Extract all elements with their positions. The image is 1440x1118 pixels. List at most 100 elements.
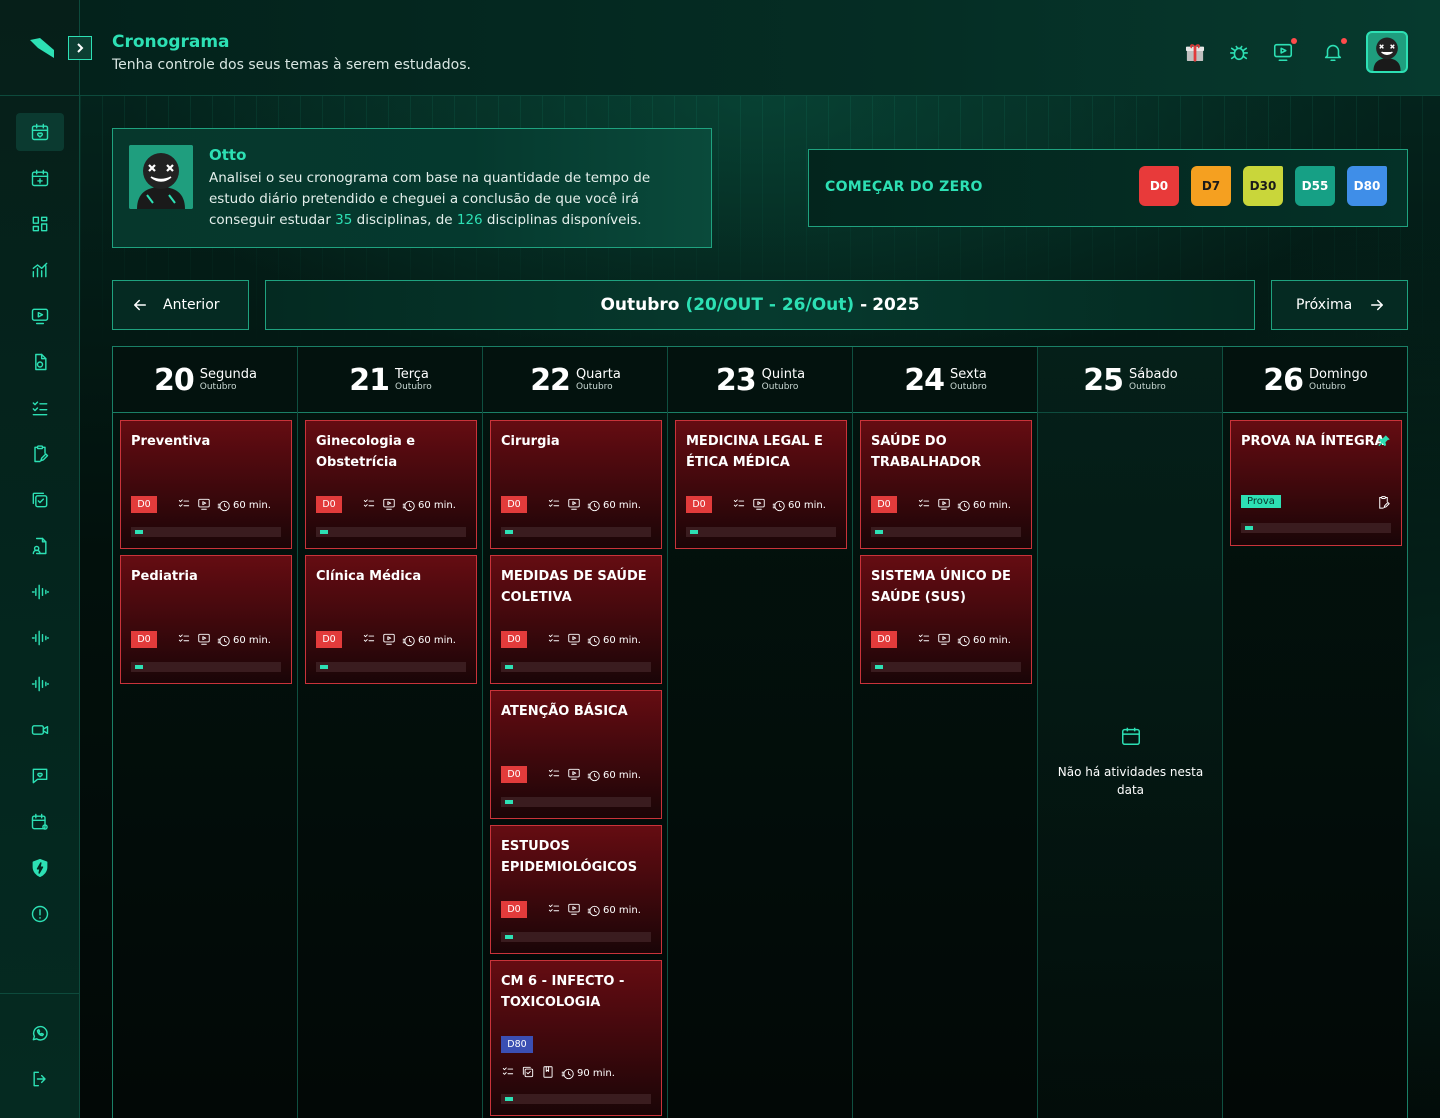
checklist-icon xyxy=(548,634,560,642)
alert-circle-icon xyxy=(31,905,49,923)
sidebar-item-dashboard[interactable] xyxy=(16,205,64,243)
questions-button[interactable] xyxy=(362,497,376,514)
questions-button[interactable] xyxy=(547,632,561,649)
task-card-clinica-medica[interactable]: Clínica Médica D0 60 min. xyxy=(305,555,477,684)
duration-text: 60 min. xyxy=(603,770,641,781)
duration-text: 60 min. xyxy=(603,500,641,511)
sidebar-item-videos[interactable] xyxy=(16,297,64,335)
sidebar-item-whatsapp[interactable] xyxy=(16,1014,64,1052)
sidebar-item-calendar-add[interactable] xyxy=(16,159,64,197)
sidebar-item-stats[interactable] xyxy=(16,251,64,289)
user-avatar[interactable] xyxy=(1366,31,1408,73)
video-camera-icon xyxy=(31,725,49,735)
task-card-pediatria[interactable]: Pediatria D0 60 min. xyxy=(120,555,292,684)
sidebar-item-documents[interactable] xyxy=(16,527,64,565)
next-week-button[interactable]: Próxima xyxy=(1271,280,1408,330)
video-button[interactable] xyxy=(937,632,951,649)
monitor-play-icon xyxy=(198,633,210,645)
sidebar-item-audio-1[interactable] xyxy=(16,573,64,611)
task-meta: 60 min. xyxy=(177,632,271,649)
video-button[interactable] xyxy=(382,497,396,514)
task-progress-bar xyxy=(316,527,466,537)
task-card-sus[interactable]: SISTEMA ÚNICO DE SAÚDE (SUS) D0 60 min. xyxy=(860,555,1032,684)
day-label: Quarta Outubro xyxy=(576,367,621,393)
tag-d30[interactable]: D30 xyxy=(1243,166,1283,206)
sidebar-item-checklist[interactable] xyxy=(16,389,64,427)
robot-avatar-icon xyxy=(129,145,193,209)
task-card-atencao-basica[interactable]: ATENÇÃO BÁSICA D0 60 min. xyxy=(490,690,662,819)
sidebar-item-cronograma[interactable] xyxy=(16,113,64,151)
sidebar-item-audio-3[interactable] xyxy=(16,665,64,703)
sidebar-item-audio-2[interactable] xyxy=(16,619,64,657)
checklist-icon xyxy=(918,634,930,642)
sidebar-expand-button[interactable] xyxy=(68,36,92,60)
clock-icon xyxy=(402,635,415,646)
video-button[interactable] xyxy=(567,902,581,919)
tag-d55[interactable]: D55 xyxy=(1295,166,1335,206)
arrow-left-icon xyxy=(134,299,146,311)
sidebar-item-messages[interactable] xyxy=(16,757,64,795)
notifications-button[interactable] xyxy=(1321,38,1347,64)
sidebar-item-alert[interactable] xyxy=(16,895,64,933)
audio-wave-icon xyxy=(31,630,50,646)
task-card-preventiva[interactable]: Preventiva D0 60 min. xyxy=(120,420,292,549)
live-classes-button[interactable] xyxy=(1271,38,1297,64)
video-button[interactable] xyxy=(937,497,951,514)
task-card-saude-coletiva[interactable]: MEDIDAS DE SAÚDE COLETIVA D0 60 min. xyxy=(490,555,662,684)
questions-button[interactable] xyxy=(362,632,376,649)
task-progress-bar xyxy=(871,527,1021,537)
task-card-epidemiologicos[interactable]: ESTUDOS EPIDEMIOLÓGICOS D0 60 min. xyxy=(490,825,662,954)
tag-d7[interactable]: D7 xyxy=(1191,166,1231,206)
video-button[interactable] xyxy=(567,767,581,784)
questions-button[interactable] xyxy=(501,1065,515,1082)
task-card-prova[interactable]: PROVA NA ÍNTEGRA Prova xyxy=(1230,420,1402,546)
exam-button[interactable] xyxy=(1376,495,1391,514)
day-month: Outubro xyxy=(395,382,432,392)
sidebar-item-tasks[interactable] xyxy=(16,481,64,519)
questions-button[interactable] xyxy=(917,632,931,649)
questions-button[interactable] xyxy=(177,632,191,649)
task-tag-d0: D0 xyxy=(316,496,342,513)
video-button[interactable] xyxy=(197,632,211,649)
video-button[interactable] xyxy=(382,632,396,649)
video-button[interactable] xyxy=(197,497,211,514)
checklist-icon xyxy=(178,499,190,507)
task-card-infecto[interactable]: CM 6 - INFECTO - TOXICOLOGIA D80 90 min. xyxy=(490,960,662,1116)
pin-button[interactable] xyxy=(1377,433,1391,452)
bug-report-button[interactable] xyxy=(1227,40,1251,64)
sidebar-item-schedule-settings[interactable] xyxy=(16,803,64,841)
day-label: Segunda Outubro xyxy=(200,367,257,393)
questions-button[interactable] xyxy=(177,497,191,514)
tag-d80[interactable]: D80 xyxy=(1347,166,1387,206)
checklist-icon xyxy=(548,499,560,507)
task-progress-bar xyxy=(501,797,651,807)
task-progress-bar xyxy=(131,527,281,537)
video-button[interactable] xyxy=(567,497,581,514)
sidebar-item-notes[interactable] xyxy=(16,435,64,473)
task-card-medicina-legal[interactable]: MEDICINA LEGAL E ÉTICA MÉDICA D0 60 min. xyxy=(675,420,847,549)
sidebar-item-shield[interactable] xyxy=(16,849,64,887)
questions-button[interactable] xyxy=(917,497,931,514)
sidebar-item-logout[interactable] xyxy=(16,1060,64,1098)
questions-button[interactable] xyxy=(547,902,561,919)
flashcards-button[interactable] xyxy=(521,1065,535,1082)
sidebar-item-files[interactable] xyxy=(16,343,64,381)
video-button[interactable] xyxy=(567,632,581,649)
task-card-ginecologia[interactable]: Ginecologia e Obstetrícia D0 60 min. xyxy=(305,420,477,549)
questions-button[interactable] xyxy=(547,497,561,514)
previous-week-button[interactable]: Anterior xyxy=(112,280,249,330)
video-button[interactable] xyxy=(752,497,766,514)
day-name: Domingo xyxy=(1309,367,1368,382)
task-duration: 60 min. xyxy=(957,634,1011,648)
summary-button[interactable] xyxy=(541,1065,555,1082)
gift-button[interactable] xyxy=(1183,40,1207,64)
task-card-cirurgia[interactable]: Cirurgia D0 60 min. xyxy=(490,420,662,549)
questions-button[interactable] xyxy=(732,497,746,514)
sidebar-item-video-call[interactable] xyxy=(16,711,64,749)
otto-assistant-card: Otto Analisei o seu cronograma com base … xyxy=(112,128,712,248)
task-card-saude-trabalhador[interactable]: SAÚDE DO TRABALHADOR D0 60 min. xyxy=(860,420,1032,549)
week-range-label: Outubro (20/OUT - 26/Out) - 2025 xyxy=(265,280,1255,330)
tag-d0[interactable]: D0 xyxy=(1139,166,1179,206)
questions-button[interactable] xyxy=(547,767,561,784)
task-progress-fill xyxy=(1245,526,1253,530)
